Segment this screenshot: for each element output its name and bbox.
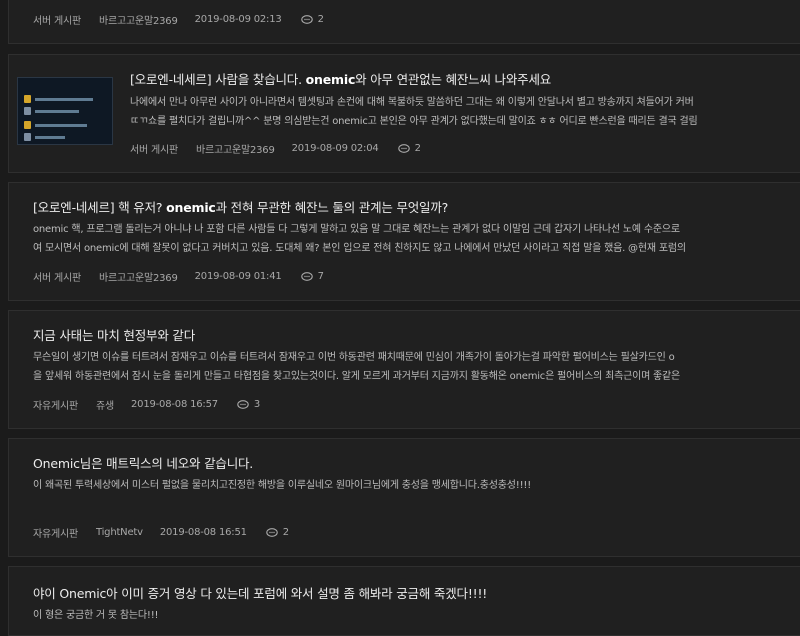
post-title-text: 와 아무 연관없는 혜잔느씨 나와주세요 bbox=[355, 72, 552, 87]
post-card[interactable]: 지금 사태는 마치 현정부와 같다 무슨일이 생기면 이슈를 터트려서 잠재우고… bbox=[8, 310, 800, 429]
post-card[interactable]: Onemic님은 매트릭스의 네오와 같습니다. 이 왜곡된 투력세상에서 미스… bbox=[8, 438, 800, 557]
post-card[interactable]: 야이 Onemic아 이미 증거 영상 다 있는데 포럼에 와서 설명 좀 해봐… bbox=[8, 566, 800, 636]
post-title-keyword: onemic bbox=[305, 72, 356, 87]
excerpt-line: 여 모시면서 onemic에 대해 잘못이 없다고 커버치고 있음. 도대체 왜… bbox=[33, 243, 686, 254]
post-card[interactable]: [오로엔-네세르] 사람을 찾습니다. onemic와 아무 연관없는 혜잔느씨… bbox=[8, 54, 800, 173]
post-board[interactable]: 자유게시판 bbox=[33, 397, 78, 412]
post-title[interactable]: 지금 사태는 마치 현정부와 같다 bbox=[33, 325, 195, 344]
post-title-text: Onemic님은 매트릭스의 네오와 같습니다. bbox=[33, 456, 254, 471]
post-board[interactable]: 서버 게시판 bbox=[33, 12, 81, 27]
post-author[interactable]: 바르고고운말2369 bbox=[99, 269, 178, 284]
post-card[interactable]: 서버 게시판 바르고고운말2369 2019-08-09 02:13 2 bbox=[8, 0, 800, 44]
post-date: 2019-08-09 02:04 bbox=[291, 143, 379, 154]
post-date: 2019-08-09 01:41 bbox=[194, 271, 282, 282]
speech-bubble-icon bbox=[300, 14, 313, 24]
post-excerpt: 이 왜곡된 투력세상에서 미스터 펄없을 물리치고진정한 해방을 이루실네오 원… bbox=[33, 476, 531, 495]
comment-number: 2 bbox=[414, 143, 421, 154]
post-date: 2019-08-09 02:13 bbox=[194, 14, 282, 25]
excerpt-line: ㄸㄲ쇼를 펼치다가 걸립니까^^ 분명 의심받는건 onemic고 본인은 아무… bbox=[130, 116, 698, 127]
post-meta: 자유게시판 TightNetv 2019-08-08 16:51 2 bbox=[33, 525, 289, 540]
post-meta: 서버 게시판 바르고고운말2369 2019-08-09 01:41 7 bbox=[33, 269, 324, 284]
speech-bubble-icon bbox=[397, 143, 410, 153]
excerpt-line: onemic 핵, 프로그램 돌리는거 아니냐 나 포함 다른 사람들 다 그렇… bbox=[33, 224, 680, 235]
post-title-text: 과 전혀 무관한 혜잔느 둘의 관계는 무엇일까? bbox=[215, 200, 449, 215]
post-meta: 서버 게시판 바르고고운말2369 2019-08-09 02:04 2 bbox=[130, 141, 421, 156]
post-title[interactable]: [오로엔-네세르] 사람을 찾습니다. onemic와 아무 연관없는 혜잔느씨… bbox=[130, 69, 551, 88]
post-excerpt: onemic 핵, 프로그램 돌리는거 아니냐 나 포함 다른 사람들 다 그렇… bbox=[33, 220, 686, 258]
post-excerpt: 이 형은 궁금한 거 못 참는다!!! bbox=[33, 606, 159, 625]
post-thumbnail[interactable] bbox=[17, 77, 113, 145]
post-title[interactable]: Onemic님은 매트릭스의 네오와 같습니다. bbox=[33, 453, 253, 472]
comment-count: 2 bbox=[266, 527, 289, 538]
post-author[interactable]: 바르고고운말2369 bbox=[99, 12, 178, 27]
comment-count: 7 bbox=[300, 271, 324, 282]
post-author[interactable]: 바르고고운말2369 bbox=[196, 141, 275, 156]
post-title[interactable]: 야이 Onemic아 이미 증거 영상 다 있는데 포럼에 와서 설명 좀 해봐… bbox=[33, 583, 487, 602]
post-title-text: [오로엔-네세르] 사람을 찾습니다. bbox=[130, 72, 306, 87]
post-board[interactable]: 서버 게시판 bbox=[33, 269, 81, 284]
post-excerpt: 무슨일이 생기면 이슈를 터트려서 잠재우고 이슈를 터트려서 잠재우고 이번 … bbox=[33, 348, 680, 386]
comment-number: 7 bbox=[317, 271, 324, 282]
excerpt-line: 나에에서 만나 아무런 사이가 아니라면서 템셋팅과 손컨에 대해 복불하듯 말… bbox=[130, 97, 694, 108]
comment-count: 2 bbox=[397, 143, 421, 154]
post-meta: 서버 게시판 바르고고운말2369 2019-08-09 02:13 2 bbox=[33, 12, 324, 27]
post-board[interactable]: 자유게시판 bbox=[33, 525, 78, 540]
post-date: 2019-08-08 16:51 bbox=[159, 527, 247, 538]
post-author[interactable]: 쥬생 bbox=[96, 397, 114, 412]
post-title-keyword: onemic bbox=[166, 200, 216, 215]
speech-bubble-icon bbox=[300, 271, 313, 281]
comment-number: 2 bbox=[282, 527, 289, 538]
excerpt-line: 을 앞세워 하동관련에서 잠시 눈을 돌리게 만들고 타협점을 찾고있는것이다.… bbox=[33, 371, 681, 382]
post-card[interactable]: [오로엔-네세르] 핵 유저? onemic과 전혀 무관한 혜잔느 둘의 관계… bbox=[8, 182, 800, 301]
excerpt-line: 이 형은 궁금한 거 못 참는다!!! bbox=[33, 610, 159, 621]
excerpt-line: 무슨일이 생기면 이슈를 터트려서 잠재우고 이슈를 터트려서 잠재우고 이번 … bbox=[33, 352, 675, 363]
post-title-text: 지금 사태는 마치 현정부와 같다 bbox=[33, 328, 195, 343]
comment-number: 3 bbox=[253, 399, 261, 410]
post-excerpt: 나에에서 만나 아무런 사이가 아니라면서 템셋팅과 손컨에 대해 복불하듯 말… bbox=[130, 93, 698, 131]
excerpt-line: 이 왜곡된 투력세상에서 미스터 펄없을 물리치고진정한 해방을 이루실네오 원… bbox=[33, 480, 532, 491]
post-title[interactable]: [오로엔-네세르] 핵 유저? onemic과 전혀 무관한 혜잔느 둘의 관계… bbox=[33, 197, 448, 216]
post-meta: 자유게시판 쥬생 2019-08-08 16:57 3 bbox=[33, 397, 260, 412]
speech-bubble-icon bbox=[237, 399, 249, 409]
speech-bubble-icon bbox=[266, 527, 278, 537]
comment-count: 3 bbox=[237, 399, 260, 410]
post-author[interactable]: TightNetv bbox=[96, 527, 143, 538]
comment-number: 2 bbox=[317, 14, 324, 25]
comment-count: 2 bbox=[300, 14, 324, 25]
post-title-text: 야이 Onemic아 이미 증거 영상 다 있는데 포럼에 와서 설명 좀 해봐… bbox=[33, 586, 488, 601]
post-title-text: [오로엔-네세르] 핵 유저? bbox=[33, 200, 167, 215]
post-date: 2019-08-08 16:57 bbox=[131, 399, 218, 410]
post-board[interactable]: 서버 게시판 bbox=[130, 141, 178, 156]
